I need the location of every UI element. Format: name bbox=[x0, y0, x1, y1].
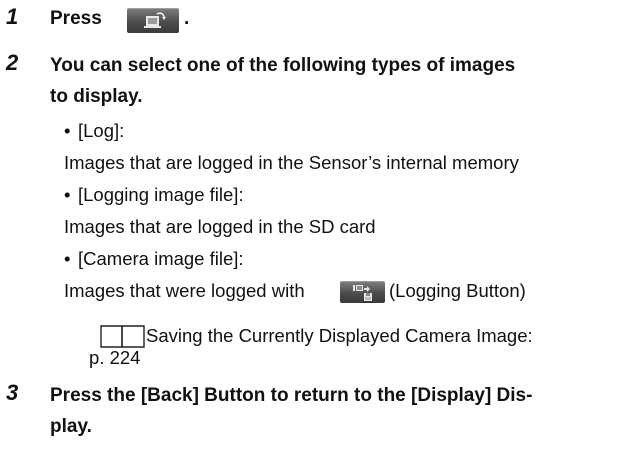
step-2-number: 2 bbox=[6, 50, 19, 75]
step-3-number: 3 bbox=[6, 380, 19, 405]
display-change-icon bbox=[127, 8, 179, 33]
bullet: • bbox=[64, 184, 71, 205]
step-1-number: 1 bbox=[6, 4, 19, 29]
option-log-label: [Log]: bbox=[78, 120, 125, 141]
option-log-description: Images that are logged in the Sensor’s i… bbox=[64, 152, 519, 173]
step-1-period: . bbox=[184, 8, 190, 29]
option-logging-image-file-description: Images that are logged in the SD card bbox=[64, 216, 376, 237]
reference-title[interactable]: Saving the Currently Displayed Camera Im… bbox=[146, 325, 533, 347]
logging-button-icon bbox=[340, 281, 385, 303]
book-icon bbox=[100, 325, 145, 348]
step-2-text-line1: You can select one of the following type… bbox=[50, 55, 516, 76]
option-camera-image-file-description-suffix: (Logging Button) bbox=[389, 280, 526, 301]
option-logging-image-file-label: [Logging image file]: bbox=[78, 184, 244, 205]
step-2-text-line2: to display. bbox=[50, 86, 143, 107]
step-1-text: Press bbox=[50, 8, 102, 29]
reference-page[interactable]: p. 224 bbox=[89, 347, 140, 369]
option-camera-image-file-label: [Camera image file]: bbox=[78, 248, 244, 269]
bullet: • bbox=[64, 248, 71, 269]
step-3-text-line2: play. bbox=[50, 416, 92, 437]
step-3-text-line1: Press the [Back] Button to return to the… bbox=[50, 385, 533, 406]
bullet: • bbox=[64, 120, 71, 141]
option-camera-image-file-description: Images that were logged with bbox=[64, 280, 305, 301]
